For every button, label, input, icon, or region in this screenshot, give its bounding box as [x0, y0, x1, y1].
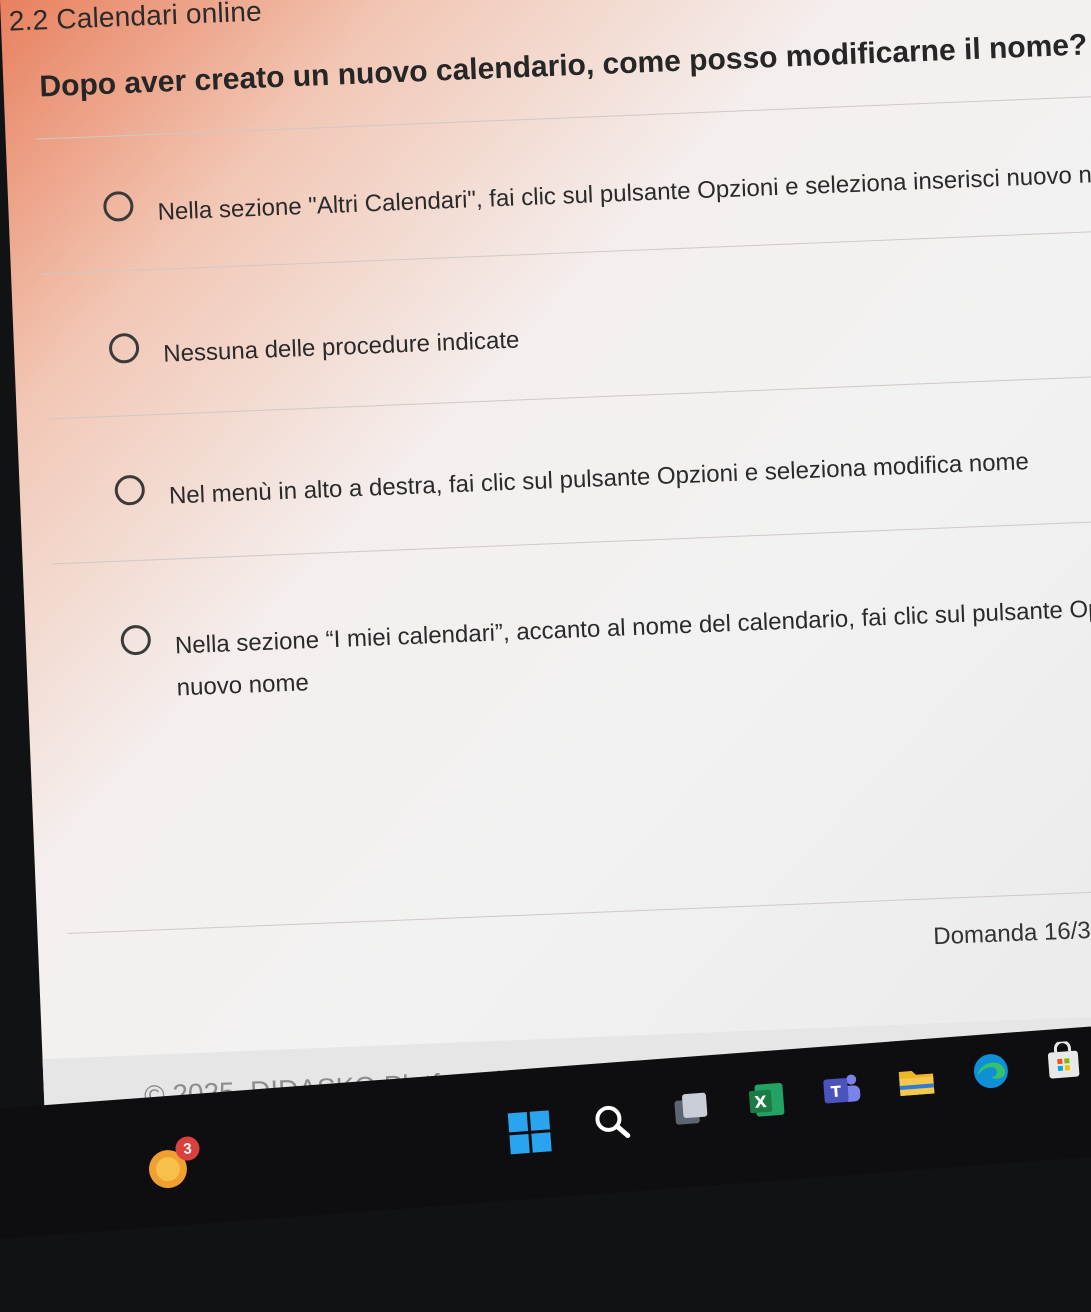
file-explorer-icon[interactable]: [894, 1058, 939, 1103]
divider: [35, 92, 1091, 140]
question-text: Dopo aver creato un nuovo calendario, co…: [38, 28, 1088, 104]
radio-button[interactable]: [114, 474, 146, 506]
task-view-icon[interactable]: [668, 1087, 713, 1132]
store-icon[interactable]: [1041, 1039, 1086, 1084]
divider: [52, 517, 1091, 565]
section-title: 2.2 Calendari online: [8, 0, 263, 37]
question-counter: Domanda 16/30: [932, 916, 1091, 951]
screen: 2.2 Calendari online Dopo aver creato un…: [0, 0, 1091, 1312]
search-icon[interactable]: [589, 1099, 634, 1144]
divider: [46, 372, 1091, 420]
svg-text:T: T: [830, 1082, 842, 1101]
windows-start-icon[interactable]: [507, 1109, 552, 1154]
answer-option-label: Nella sezione “I miei calendari”, accant…: [174, 584, 1091, 709]
answer-option-label-line1: Nella sezione “I miei calendari”, accant…: [174, 591, 1091, 660]
divider: [41, 227, 1091, 275]
answer-option-1[interactable]: Nella sezione "Altri Calendari", fai cli…: [102, 151, 1091, 236]
answer-option-label: Nella sezione "Altri Calendari", fai cli…: [157, 159, 1091, 226]
answer-option-3[interactable]: Nel menù in alto a destra, fai clic sul …: [114, 434, 1091, 519]
answer-option-2[interactable]: Nessuna delle procedure indicate: [108, 293, 1091, 378]
quiz-page: 2.2 Calendari online Dopo aver creato un…: [0, 0, 1091, 1150]
answer-option-label: Nel menù in alto a destra, fai clic sul …: [168, 448, 1030, 510]
answer-option-4[interactable]: Nella sezione “I miei calendari”, accant…: [120, 584, 1091, 711]
svg-text:X: X: [754, 1092, 768, 1112]
teams-icon[interactable]: T: [819, 1068, 864, 1113]
radio-button[interactable]: [108, 332, 140, 364]
radio-button[interactable]: [102, 190, 134, 223]
edge-icon[interactable]: [968, 1049, 1013, 1094]
excel-icon[interactable]: X: [745, 1077, 790, 1122]
notification-badge: 3: [174, 1135, 201, 1162]
radio-button[interactable]: [120, 624, 152, 656]
answer-option-label-line2: nuovo nome: [176, 669, 310, 702]
answer-option-label: Nessuna delle procedure indicate: [162, 326, 520, 368]
